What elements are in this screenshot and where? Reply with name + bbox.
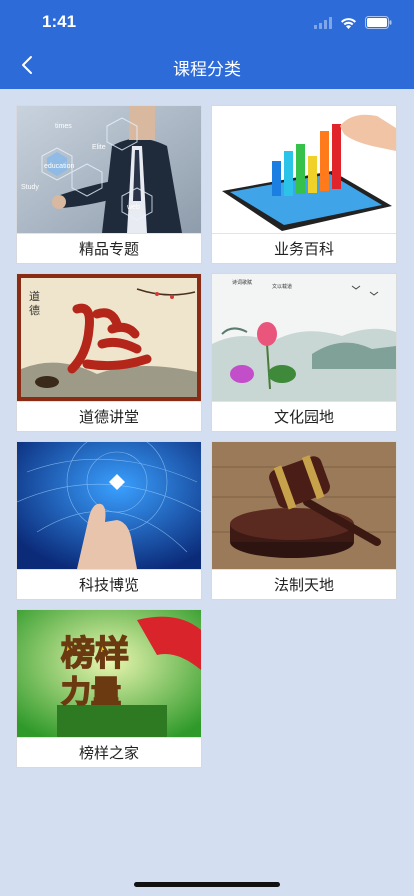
category-label: 文化园地 <box>212 401 396 431</box>
status-time: 1:41 <box>42 12 77 31</box>
category-card-business-encyclopedia[interactable]: 业务百科 <box>211 105 397 264</box>
category-card-role-model-home[interactable]: 榜样 力量 榜样之家 <box>16 609 202 768</box>
category-label: 业务百科 <box>212 233 396 263</box>
status-bar: 1:41 <box>0 0 414 44</box>
nav-bar: 课程分类 <box>0 44 414 89</box>
signal-icon <box>314 14 332 33</box>
category-card-boutique-topics[interactable]: times Elite education Study web 精品专题 <box>16 105 202 264</box>
page-title: 课程分类 <box>173 60 241 80</box>
chinese-lotus-painting-icon: 诗词歌赋文以载道 <box>212 274 396 401</box>
svg-text:诗词歌赋: 诗词歌赋 <box>232 279 252 286</box>
wifi-icon <box>340 14 357 33</box>
svg-text:education: education <box>44 163 74 170</box>
category-label: 精品专题 <box>17 233 201 263</box>
battery-icon <box>365 14 392 33</box>
category-card-tech-expo[interactable]: 科技博览 <box>16 441 202 600</box>
tablet-bar-chart-icon <box>212 106 396 233</box>
business-man-tech-icon: times Elite education Study web <box>17 106 201 233</box>
category-label: 榜样之家 <box>17 737 201 767</box>
svg-text:Elite: Elite <box>92 144 106 151</box>
svg-text:Study: Study <box>21 184 39 191</box>
svg-text:文以载道: 文以载道 <box>272 283 292 290</box>
category-label: 道德讲堂 <box>17 401 201 431</box>
svg-text:道: 道 <box>29 289 40 303</box>
role-model-banner-icon: 榜样 力量 <box>17 610 201 737</box>
judge-gavel-icon <box>212 442 396 569</box>
header: 1:41 课程分类 <box>0 0 414 89</box>
svg-text:德: 德 <box>29 303 40 317</box>
category-label: 科技博览 <box>17 569 201 599</box>
svg-text:榜样: 榜样 <box>61 634 129 674</box>
calligraphy-de-icon: 道 德 <box>17 274 201 401</box>
category-card-ethics-hall[interactable]: 道 德 道德讲堂 <box>16 273 202 432</box>
svg-text:web: web <box>126 204 140 211</box>
category-card-culture-garden[interactable]: 诗词歌赋文以载道 文化园地 <box>211 273 397 432</box>
status-icons <box>314 14 392 33</box>
home-indicator <box>134 882 280 887</box>
svg-text:times: times <box>55 123 72 130</box>
category-card-legal-world[interactable]: 法制天地 <box>211 441 397 600</box>
category-label: 法制天地 <box>212 569 396 599</box>
finger-digital-network-icon <box>17 442 201 569</box>
svg-text:力量: 力量 <box>61 675 121 710</box>
